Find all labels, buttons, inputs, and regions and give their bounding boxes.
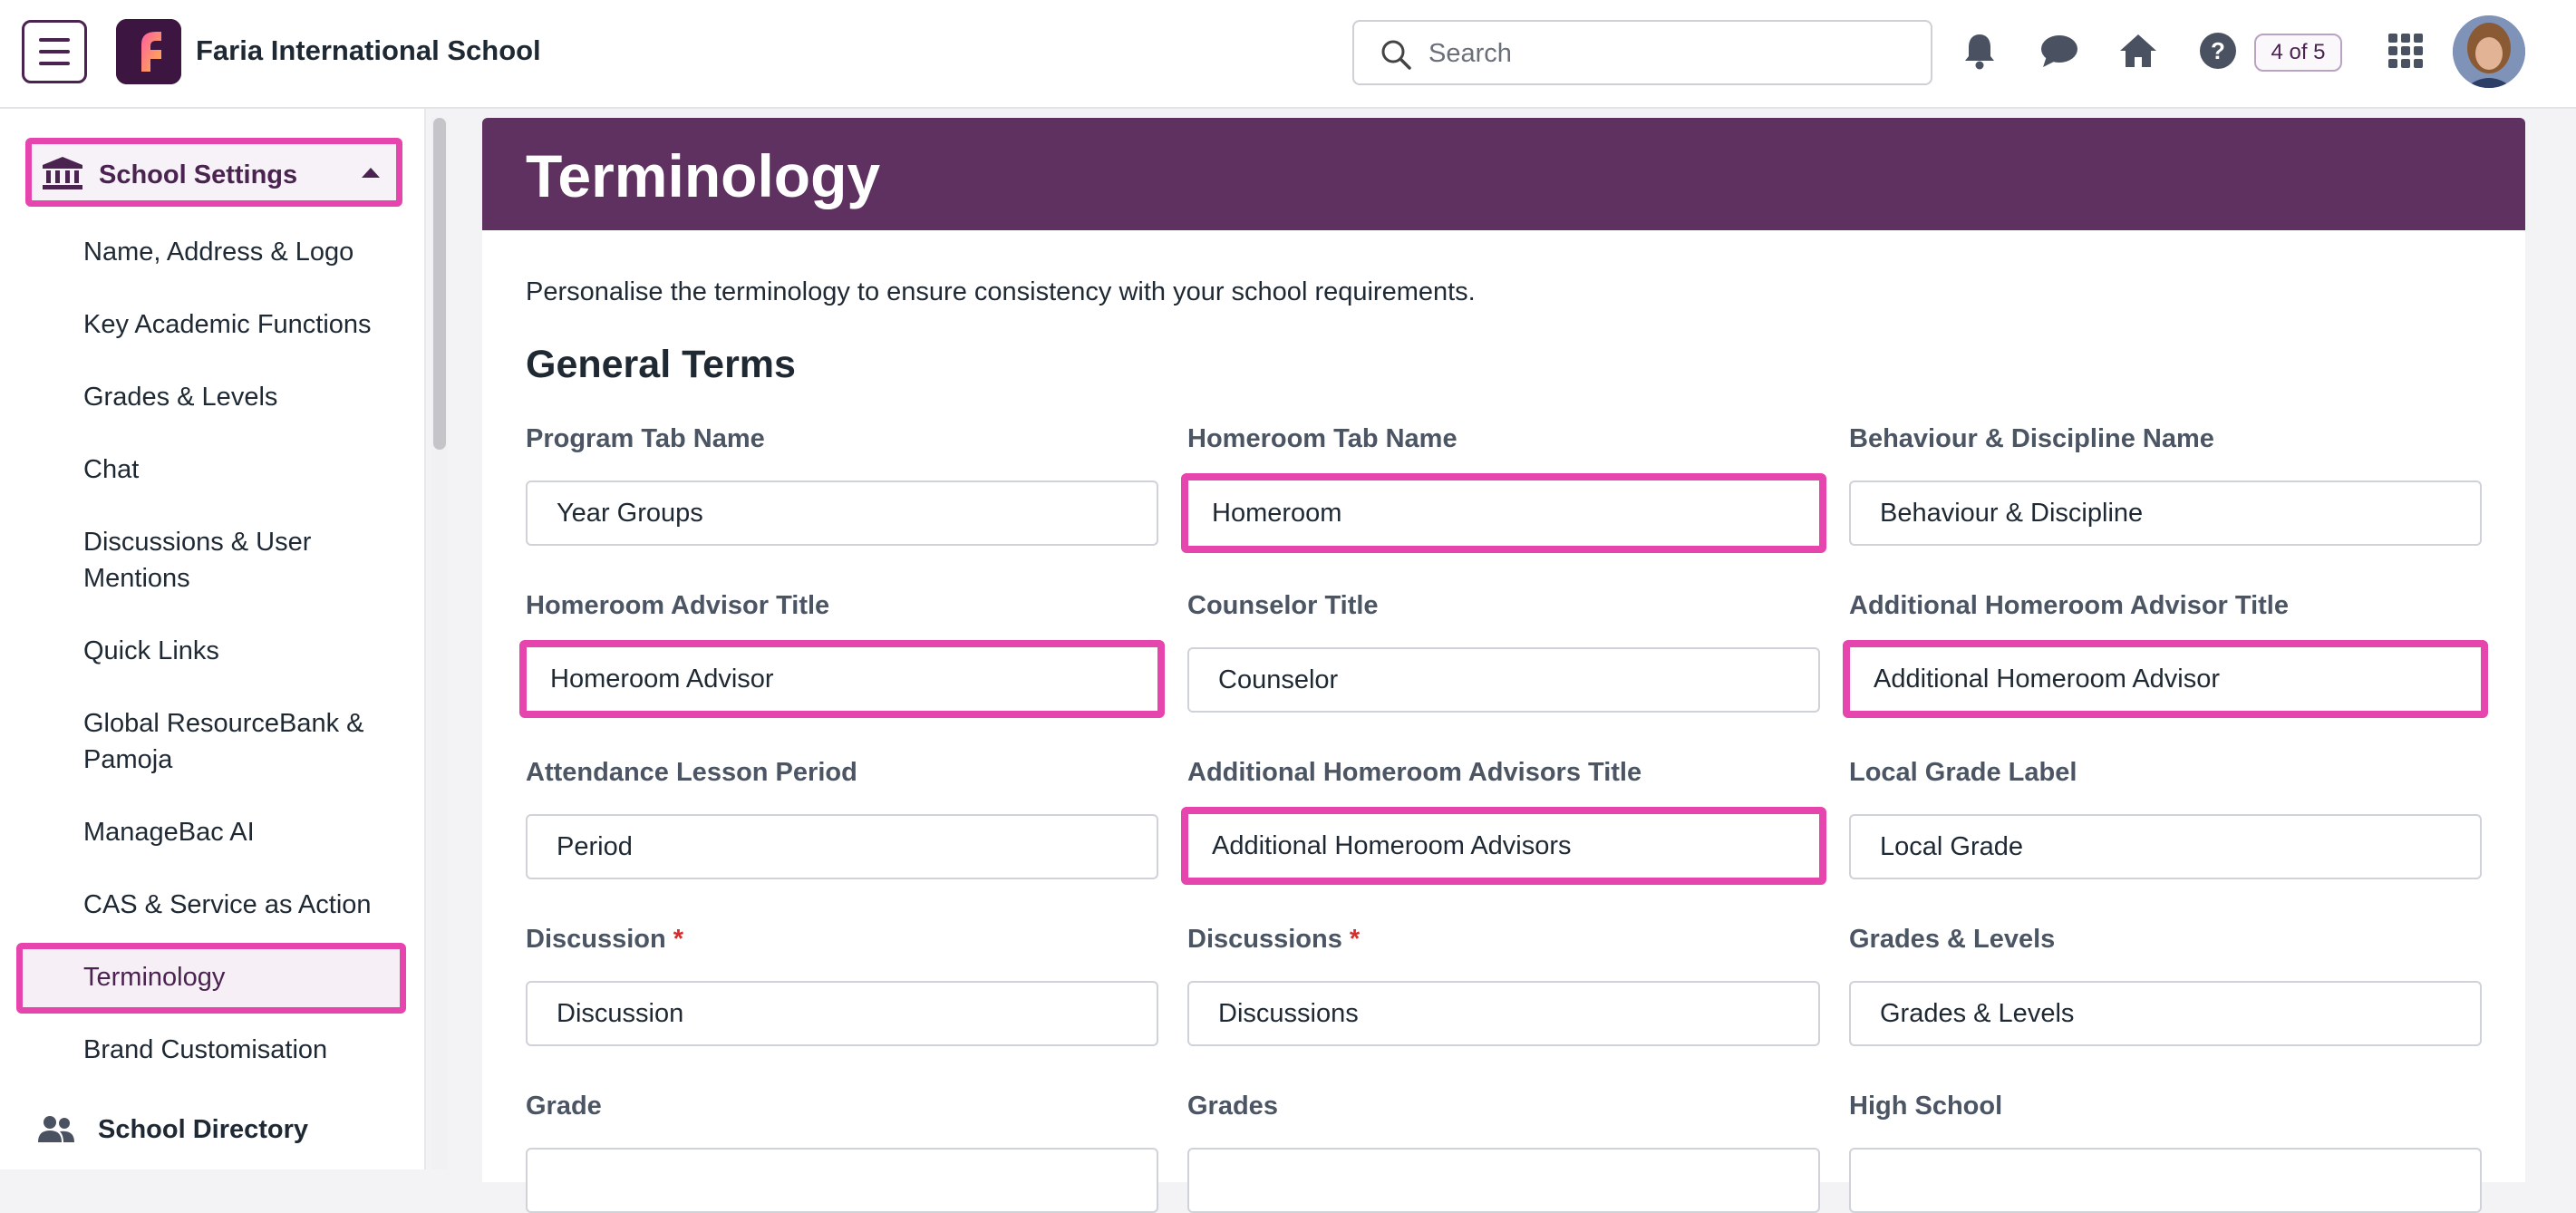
terminology-form: Personalise the terminology to ensure co… (482, 230, 2525, 1213)
field-label: Program Tab Name (526, 424, 765, 453)
field-label: Attendance Lesson Period (526, 758, 857, 787)
avatar[interactable] (2453, 15, 2525, 88)
svg-text:?: ? (2211, 37, 2225, 64)
local-grade-label-input[interactable] (1849, 814, 2482, 879)
bell-icon[interactable] (1959, 30, 2000, 72)
school-logo[interactable] (116, 19, 181, 84)
apps-grid-icon[interactable] (2385, 30, 2426, 72)
tour-progress-badge[interactable]: 4 of 5 (2254, 34, 2342, 72)
sidebar-item-quick-links[interactable]: Quick Links (83, 633, 410, 669)
faria-logo-icon (116, 19, 181, 84)
field-label: Counselor Title (1187, 591, 1379, 620)
sidebar-item-key-academic-functions[interactable]: Key Academic Functions (83, 306, 410, 343)
grades-levels-input[interactable] (1849, 981, 2482, 1046)
page-title: Terminology (526, 142, 881, 209)
school-settings-section-header[interactable]: School Settings (25, 138, 402, 207)
sidebar-item-label: Terminology (83, 963, 226, 992)
field-label-discussions: Discussions * (1187, 925, 1360, 955)
field-label: Grade (526, 1092, 602, 1121)
sidebar-item-chat[interactable]: Chat (83, 451, 410, 488)
help-icon[interactable]: ? (2197, 30, 2239, 72)
section-title-general-terms: General Terms (526, 343, 796, 386)
field-label: Homeroom Advisor Title (526, 591, 830, 620)
field-label: High School (1849, 1092, 2003, 1121)
section-title: School Directory (98, 1115, 309, 1144)
sidebar-item-discussions[interactable]: Discussions & User Mentions (83, 524, 410, 597)
required-marker: * (673, 925, 684, 954)
sidebar-item-name-address-logo[interactable]: Name, Address & Logo (83, 234, 410, 270)
sidebar-item-grades-levels[interactable]: Grades & Levels (83, 379, 410, 415)
field-label: Behaviour & Discipline Name (1849, 424, 2214, 453)
field-label: Additional Homeroom Advisors Title (1187, 758, 1642, 787)
chat-icon[interactable] (2039, 30, 2080, 72)
counselor-title-input[interactable] (1187, 647, 1820, 713)
sidebar-item-global-resourcebank[interactable]: Global ResourceBank & Pamoja (83, 705, 410, 778)
institution-icon (43, 157, 82, 189)
menu-icon[interactable] (22, 20, 87, 83)
homeroom-tab-name-input[interactable] (1181, 473, 1826, 553)
page-header: Terminology (482, 118, 2525, 230)
field-label: Grades & Levels (1849, 925, 2056, 954)
sidebar: School Settings Name, Address & Logo Key… (0, 109, 426, 1169)
required-marker: * (1349, 925, 1361, 954)
search-input[interactable] (1427, 33, 1898, 74)
sidebar-item-brand-customisation[interactable]: Brand Customisation (83, 1032, 410, 1068)
search-icon (1381, 40, 1411, 70)
field-label: Local Grade Label (1849, 758, 2077, 787)
scrollbar-thumb[interactable] (433, 118, 446, 450)
grade-input[interactable] (526, 1148, 1158, 1213)
field-label-discussion: Discussion * (526, 925, 683, 955)
additional-homeroom-advisor-title-input[interactable] (1843, 640, 2488, 718)
field-label: Additional Homeroom Advisor Title (1849, 591, 2289, 620)
sidebar-item-managebac-ai[interactable]: ManageBac AI (83, 814, 410, 850)
section-title: School Settings (99, 160, 298, 189)
chevron-up-icon (362, 168, 380, 178)
field-label: Homeroom Tab Name (1187, 424, 1457, 453)
field-label: Grades (1187, 1092, 1278, 1121)
grades-input[interactable] (1187, 1148, 1820, 1213)
field-label-text: Discussion (526, 925, 666, 954)
school-name[interactable]: Faria International School (196, 34, 541, 67)
high-school-input[interactable] (1849, 1148, 2482, 1213)
discussions-input[interactable] (1187, 981, 1820, 1046)
discussion-input[interactable] (526, 981, 1158, 1046)
program-tab-name-input[interactable] (526, 480, 1158, 546)
attendance-lesson-period-input[interactable] (526, 814, 1158, 879)
intro-text: Personalise the terminology to ensure co… (526, 277, 1476, 306)
school-directory-section-header[interactable]: School Directory (36, 1115, 308, 1149)
people-icon (38, 1116, 74, 1142)
field-label-text: Discussions (1187, 925, 1342, 954)
search-box[interactable] (1352, 20, 1932, 85)
sidebar-item-terminology[interactable]: Terminology (16, 943, 406, 1014)
sidebar-item-cas[interactable]: CAS & Service as Action (83, 887, 410, 923)
home-icon[interactable] (2117, 30, 2159, 72)
top-bar: Faria International School ? 4 of 5 (0, 0, 2576, 109)
additional-homeroom-advisors-title-input[interactable] (1181, 807, 1826, 885)
homeroom-advisor-title-input[interactable] (519, 640, 1165, 718)
behaviour-discipline-name-input[interactable] (1849, 480, 2482, 546)
sidebar-scrollbar[interactable] (431, 118, 448, 1169)
